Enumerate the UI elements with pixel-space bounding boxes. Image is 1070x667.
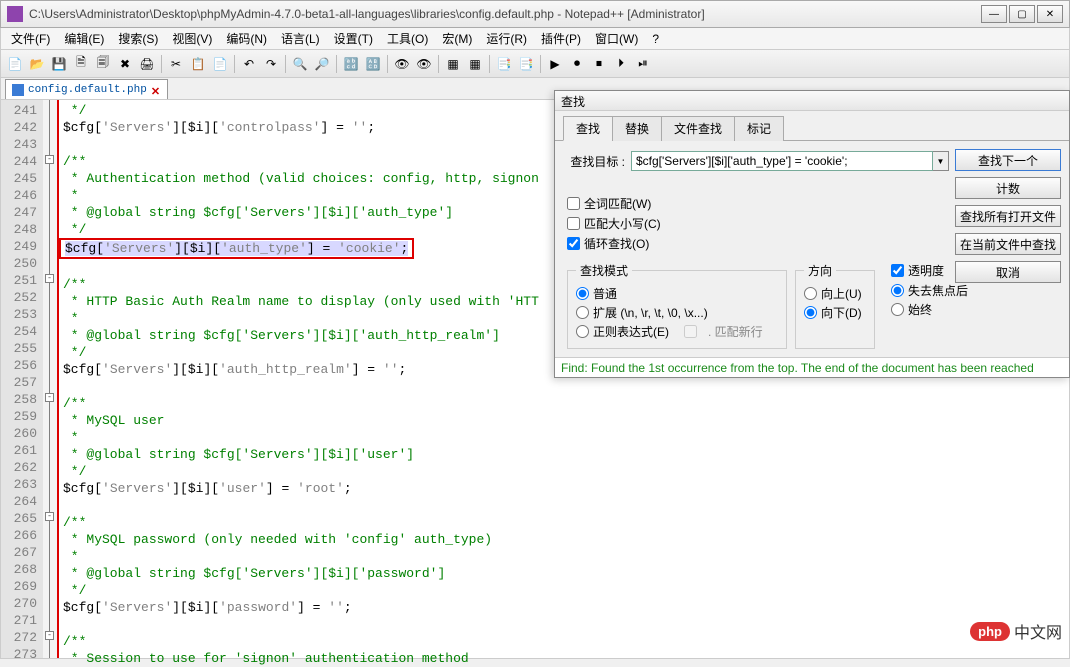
direction-group: 方向 向上(U) 向下(D): [795, 262, 875, 349]
toolbar-button[interactable]: 📄: [210, 54, 230, 74]
toolbar-button[interactable]: ✂: [166, 54, 186, 74]
toolbar-button[interactable]: 📋: [188, 54, 208, 74]
toolbar-button[interactable]: 👁: [392, 54, 412, 74]
find-dialog: 查找 查找替换文件查找标记 查找目标 : ▼ 全词匹配(W) 匹配大小写(C) …: [554, 90, 1070, 378]
menu-item[interactable]: 运行(R): [480, 28, 533, 49]
find-target-input[interactable]: [631, 151, 933, 171]
menu-item[interactable]: 语言(L): [275, 28, 326, 49]
close-tab-icon[interactable]: ✕: [151, 85, 161, 95]
wrap-around-checkbox[interactable]: 循环查找(O): [567, 235, 747, 252]
toolbar-button[interactable]: 👁: [414, 54, 434, 74]
toolbar-button[interactable]: 🔡: [341, 54, 361, 74]
app-icon: [7, 6, 23, 22]
close-button[interactable]: ✕: [1037, 5, 1063, 23]
toolbar-button[interactable]: 🖨: [137, 54, 157, 74]
toolbar-button[interactable]: ⏵: [611, 54, 631, 74]
maximize-button[interactable]: ▢: [1009, 5, 1035, 23]
toolbar-button[interactable]: ⏺: [567, 54, 587, 74]
search-mode-group: 查找模式 普通 扩展 (\n, \r, \t, \0, \x...) 正则表达式…: [567, 262, 787, 349]
menu-item[interactable]: 文件(F): [5, 28, 56, 49]
toolbar-button[interactable]: 🔠: [363, 54, 383, 74]
menu-item[interactable]: 视图(V): [166, 28, 218, 49]
toolbar-button[interactable]: 📑: [494, 54, 514, 74]
window-title: C:\Users\Administrator\Desktop\phpMyAdmi…: [29, 7, 981, 21]
menu-item[interactable]: 插件(P): [535, 28, 587, 49]
mode-regex-radio[interactable]: 正则表达式(E) . 匹配新行: [576, 323, 778, 340]
file-tab-label: config.default.php: [28, 84, 147, 96]
close-find-button[interactable]: 取消: [955, 261, 1061, 283]
toolbar: 📄📂💾🗎🗐✖🖨✂📋📄↶↷🔍🔎🔡🔠👁👁▦▦📑📑▶⏺⏹⏵⏯: [0, 50, 1070, 78]
menu-item[interactable]: 编码(N): [220, 28, 273, 49]
find-tab[interactable]: 标记: [734, 116, 784, 141]
dir-up-radio[interactable]: 向上(U): [804, 285, 866, 302]
watermark-text: 中文网: [1014, 619, 1062, 643]
find-tab[interactable]: 文件查找: [661, 116, 735, 141]
menu-item[interactable]: 设置(T): [328, 28, 379, 49]
line-number-gutter: 2412422432442452462472482492502512522532…: [1, 100, 43, 658]
find-tab[interactable]: 查找: [563, 116, 613, 141]
menu-item[interactable]: 搜索(S): [112, 28, 164, 49]
find-dialog-title: 查找: [555, 91, 1069, 111]
find-target-label: 查找目标 :: [567, 153, 631, 170]
menu-item[interactable]: ?: [646, 30, 665, 48]
menu-bar: 文件(F)编辑(E)搜索(S)视图(V)编码(N)语言(L)设置(T)工具(O)…: [0, 28, 1070, 50]
watermark: php 中文网: [970, 619, 1062, 643]
find-history-dropdown[interactable]: ▼: [933, 151, 949, 171]
minimize-button[interactable]: —: [981, 5, 1007, 23]
find-in-current-button[interactable]: 在当前文件中查找: [955, 233, 1061, 255]
find-next-button[interactable]: 查找下一个: [955, 149, 1061, 171]
toolbar-button[interactable]: ✖: [115, 54, 135, 74]
find-tab[interactable]: 替换: [612, 116, 662, 141]
file-tab[interactable]: config.default.php ✕: [5, 79, 168, 99]
menu-item[interactable]: 窗口(W): [589, 28, 644, 49]
toolbar-button[interactable]: 📂: [27, 54, 47, 74]
watermark-logo: php: [970, 622, 1010, 641]
toolbar-button[interactable]: 🔍: [290, 54, 310, 74]
toolbar-button[interactable]: 💾: [49, 54, 69, 74]
change-marker: [57, 100, 59, 658]
dir-down-radio[interactable]: 向下(D): [804, 304, 866, 321]
fold-column: - - - - -: [43, 100, 57, 658]
toolbar-button[interactable]: 🗐: [93, 54, 113, 74]
find-tabs: 查找替换文件查找标记: [555, 111, 1069, 141]
toolbar-button[interactable]: ⏯: [633, 54, 653, 74]
fold-toggle[interactable]: -: [45, 512, 54, 521]
find-status-message: Find: Found the 1st occurrence from the …: [555, 357, 1069, 377]
match-case-checkbox[interactable]: 匹配大小写(C): [567, 215, 747, 232]
toolbar-button[interactable]: 🔎: [312, 54, 332, 74]
menu-item[interactable]: 工具(O): [381, 28, 434, 49]
fold-toggle[interactable]: -: [45, 274, 54, 283]
fold-toggle[interactable]: -: [45, 631, 54, 640]
toolbar-button[interactable]: ▦: [443, 54, 463, 74]
fold-toggle[interactable]: -: [45, 155, 54, 164]
toolbar-button[interactable]: ↷: [261, 54, 281, 74]
trans-always-radio[interactable]: 始终: [891, 301, 985, 318]
toolbar-button[interactable]: ↶: [239, 54, 259, 74]
menu-item[interactable]: 宏(M): [436, 28, 478, 49]
toolbar-button[interactable]: 📄: [5, 54, 25, 74]
toolbar-button[interactable]: ▦: [465, 54, 485, 74]
toolbar-button[interactable]: ⏹: [589, 54, 609, 74]
file-icon: [12, 84, 24, 96]
title-bar: C:\Users\Administrator\Desktop\phpMyAdmi…: [0, 0, 1070, 28]
mode-extended-radio[interactable]: 扩展 (\n, \r, \t, \0, \x...): [576, 304, 778, 321]
toolbar-button[interactable]: 🗎: [71, 54, 91, 74]
whole-word-checkbox[interactable]: 全词匹配(W): [567, 195, 747, 212]
find-all-open-button[interactable]: 查找所有打开文件: [955, 205, 1061, 227]
fold-toggle[interactable]: -: [45, 393, 54, 402]
toolbar-button[interactable]: 📑: [516, 54, 536, 74]
menu-item[interactable]: 编辑(E): [58, 28, 110, 49]
mode-normal-radio[interactable]: 普通: [576, 285, 778, 302]
count-button[interactable]: 计数: [955, 177, 1061, 199]
trans-lose-focus-radio[interactable]: 失去焦点后: [891, 282, 985, 299]
toolbar-button[interactable]: ▶: [545, 54, 565, 74]
